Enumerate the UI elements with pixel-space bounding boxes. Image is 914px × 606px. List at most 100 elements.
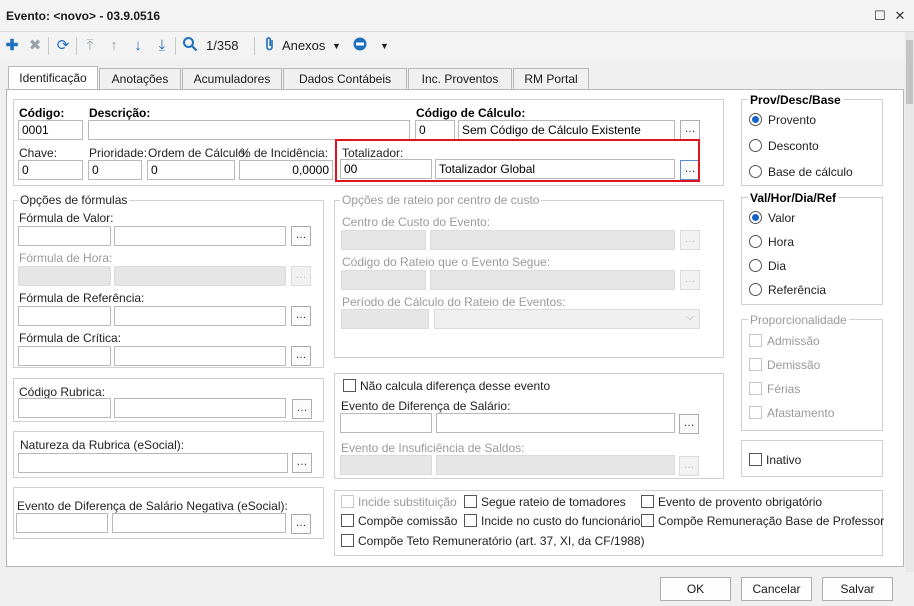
chave-input[interactable]: 0 (18, 160, 83, 180)
descricao-label: Descrição: (89, 106, 151, 120)
tab-inc-proventos[interactable]: Inc. Proventos (408, 68, 512, 89)
codigo-calculo-lookup-button[interactable]: … (680, 120, 700, 140)
natureza-rubrica-lookup-button[interactable]: … (292, 453, 312, 473)
scrollbar[interactable] (905, 32, 914, 572)
codigo-rubrica-lookup-button[interactable]: … (292, 399, 312, 419)
descricao-input[interactable] (88, 120, 410, 140)
evento-insuficiencia-lookup-button[interactable]: … (679, 456, 699, 476)
last-record-icon[interactable]: ⤓ (152, 36, 172, 56)
prioridade-input[interactable]: 0 (88, 160, 142, 180)
afastamento-checkbox[interactable] (749, 406, 762, 419)
first-record-icon[interactable]: ⤒ (80, 36, 100, 56)
add-icon[interactable]: ✚ (2, 36, 22, 56)
nao-calcula-checkbox[interactable] (343, 379, 356, 392)
formula-valor-code[interactable] (18, 226, 111, 246)
maximize-icon[interactable]: ☐ (870, 6, 890, 26)
formula-critica-lookup-button[interactable]: … (291, 346, 311, 366)
hora-radio[interactable] (749, 235, 762, 248)
chevron-down-icon[interactable]: ▼ (380, 41, 389, 51)
valor-label: Valor (768, 211, 796, 225)
evento-insuficiencia-code[interactable] (340, 455, 432, 475)
evento-insuficiencia-desc[interactable] (436, 455, 675, 475)
diferenca-negativa-lookup-button[interactable]: … (291, 514, 311, 534)
incide-custo-checkbox[interactable] (464, 514, 477, 527)
delete-icon[interactable]: ✖ (25, 36, 45, 56)
codigo-label: Código: (19, 106, 65, 120)
codigo-calculo-label: Código de Cálculo: (416, 106, 526, 120)
provento-radio[interactable] (749, 113, 762, 126)
process-icon[interactable] (350, 36, 370, 56)
codigo-input[interactable]: 0001 (18, 120, 83, 140)
evento-obrigatorio-checkbox[interactable] (641, 495, 654, 508)
codigo-calculo-input[interactable]: 0 (415, 120, 455, 140)
demissao-label: Demissão (767, 358, 821, 372)
close-icon[interactable]: ✕ (890, 6, 910, 26)
admissao-checkbox[interactable] (749, 334, 762, 347)
centro-custo-lookup-button[interactable]: … (680, 230, 700, 250)
diferenca-negativa-desc[interactable] (112, 513, 286, 533)
attachments-button[interactable]: Anexos (282, 38, 325, 53)
periodo-rateio-select[interactable]: ⌵ (434, 309, 700, 329)
search-icon[interactable] (180, 36, 200, 56)
centro-custo-code[interactable] (341, 230, 426, 250)
codigo-rateio-code[interactable] (341, 270, 426, 290)
natureza-rubrica-input[interactable] (18, 453, 288, 473)
formula-hora-label: Fórmula de Hora: (19, 251, 113, 265)
formula-referencia-code[interactable] (18, 306, 111, 326)
centro-custo-desc[interactable] (430, 230, 675, 250)
formula-valor-desc[interactable] (114, 226, 286, 246)
previous-record-icon[interactable]: ↑ (104, 36, 124, 56)
periodo-rateio-code[interactable] (341, 309, 429, 329)
compoe-remuneracao-checkbox[interactable] (641, 514, 654, 527)
base-calculo-radio[interactable] (749, 165, 762, 178)
tab-dados-contabeis[interactable]: Dados Contábeis (283, 68, 407, 89)
save-button[interactable]: Salvar (822, 577, 893, 601)
codigo-calculo-desc[interactable]: Sem Código de Cálculo Existente (458, 120, 675, 140)
next-record-icon[interactable]: ↓ (128, 36, 148, 56)
scrollbar-thumb[interactable] (906, 40, 913, 104)
formula-referencia-desc[interactable] (114, 306, 286, 326)
formula-critica-desc[interactable] (114, 346, 286, 366)
refresh-icon[interactable]: ⟳ (53, 36, 73, 56)
formula-hora-code[interactable] (18, 266, 111, 286)
incide-substituicao-checkbox[interactable] (341, 495, 354, 508)
codigo-rateio-lookup-button[interactable]: … (680, 270, 700, 290)
demissao-checkbox[interactable] (749, 358, 762, 371)
compoe-comissao-checkbox[interactable] (341, 514, 354, 527)
tab-acumuladores[interactable]: Acumuladores (182, 68, 282, 89)
evento-diferenca-lookup-button[interactable]: … (679, 414, 699, 434)
chave-label: Chave: (19, 146, 58, 160)
dia-radio[interactable] (749, 259, 762, 272)
evento-insuficiencia-label: Evento de Insuficiência de Saldos: (341, 441, 525, 455)
diferenca-negativa-code[interactable] (16, 513, 108, 533)
chevron-down-icon[interactable]: ▼ (332, 41, 341, 51)
codigo-rubrica-code[interactable] (18, 398, 111, 418)
paperclip-icon[interactable] (260, 36, 280, 56)
desconto-radio[interactable] (749, 139, 762, 152)
evento-diferenca-desc[interactable] (436, 413, 675, 433)
codigo-rateio-desc[interactable] (430, 270, 675, 290)
window-title: Evento: <novo> - 03.9.0516 (6, 9, 161, 23)
formula-critica-code[interactable] (18, 346, 111, 366)
tab-rm-portal[interactable]: RM Portal (513, 68, 589, 89)
referencia-radio[interactable] (749, 283, 762, 296)
formula-valor-lookup-button[interactable]: … (291, 226, 311, 246)
compoe-comissao-label: Compõe comissão (358, 514, 458, 528)
cancel-button[interactable]: Cancelar (741, 577, 812, 601)
ok-button[interactable]: OK (660, 577, 731, 601)
valor-radio[interactable] (749, 211, 762, 224)
tab-anotacoes[interactable]: Anotações (99, 68, 181, 89)
incidencia-input[interactable]: 0,0000 (239, 160, 333, 180)
inativo-checkbox[interactable] (749, 453, 762, 466)
formula-hora-lookup-button[interactable]: … (291, 266, 311, 286)
formula-hora-desc[interactable] (114, 266, 286, 286)
formula-referencia-lookup-button[interactable]: … (291, 306, 311, 326)
ordem-input[interactable]: 0 (147, 160, 235, 180)
tab-identificacao[interactable]: Identificação (8, 66, 98, 90)
ferias-checkbox[interactable] (749, 382, 762, 395)
compoe-teto-checkbox[interactable] (341, 534, 354, 547)
evento-diferenca-code[interactable] (340, 413, 432, 433)
codigo-rubrica-desc[interactable] (114, 398, 286, 418)
segue-rateio-checkbox[interactable] (464, 495, 477, 508)
referencia-label: Referência (768, 283, 827, 297)
